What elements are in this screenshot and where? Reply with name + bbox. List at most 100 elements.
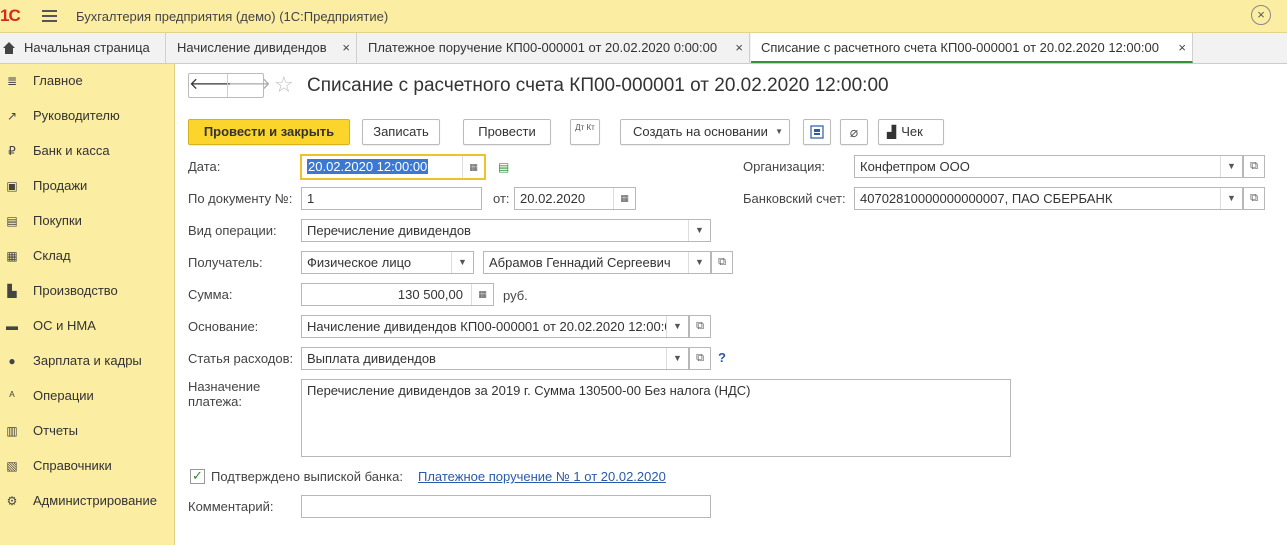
tab-writeoff[interactable]: Списание с расчетного счета КП00-000001 … [751,33,1193,63]
dropdown-arrow-icon[interactable]: ▼ [1220,188,1242,209]
tab-close-icon[interactable]: × [1178,33,1186,62]
factory-icon: ▙ [7,284,17,298]
basis-value: Начисление дивидендов КП00-000001 от 20.… [307,319,679,334]
payment-order-link[interactable]: Платежное поручение № 1 от 20.02.2020 [418,469,666,484]
tab-label: Списание с расчетного счета КП00-000001 … [761,40,1159,55]
sidebar-item-label: Банк и касса [33,143,110,158]
back-arrow-icon[interactable]: 🡐 [189,74,232,97]
sidebar-item-catalogs[interactable]: ▧ Справочники [0,451,175,481]
check-button[interactable]: ▟ Чек [878,119,944,145]
truck-icon: ▬ [6,319,18,333]
bank-account-select[interactable]: 40702810000000000007, ПАО СБЕРБАНК ▼ [854,187,1243,210]
open-bank-account-button[interactable]: ⧉ [1243,187,1265,210]
create-based-label: Создать на основании [633,124,768,139]
purpose-textarea[interactable]: Перечисление дивидендов за 2019 г. Сумма… [301,379,1011,457]
expense-select[interactable]: Выплата дивидендов ▼ [301,347,689,370]
attach-button[interactable]: ⌀ [840,119,868,145]
tab-home[interactable]: Начальная страница [0,33,166,63]
open-expense-button[interactable]: ⧉ [689,347,711,370]
tab-close-icon[interactable]: × [342,33,350,62]
star-icon[interactable]: ☆ [274,72,294,98]
basis-select[interactable]: Начисление дивидендов КП00-000001 от 20.… [301,315,689,338]
dropdown-arrow-icon[interactable]: ▼ [1220,156,1242,177]
from-date-field[interactable]: 20.02.2020 ▦ [514,187,636,210]
bank-account-value: 40702810000000000007, ПАО СБЕРБАНК [860,191,1113,206]
sidebar-item-warehouse[interactable]: ▦ Склад [0,241,175,271]
structure-button[interactable] [803,119,831,145]
comment-field[interactable] [301,495,711,518]
sidebar-item-label: Главное [33,73,83,88]
tab-label: Начисление дивидендов [177,40,327,55]
gear-icon: ⚙ [6,494,18,508]
open-basis-button[interactable]: ⧉ [689,315,711,338]
receipt-icon: ▟ [887,125,897,139]
open-icon: ⧉ [718,256,726,268]
list-icon: ≣ [6,74,18,88]
tab-label: Платежное поручение КП00-000001 от 20.02… [368,40,718,55]
from-label: от: [493,191,510,206]
forward-arrow-icon[interactable]: 🡒 [227,74,271,97]
tab-bar: Начальная страница Начисление дивидендов… [0,33,1287,64]
org-label: Организация: [743,159,826,174]
sidebar-item-manager[interactable]: ↗ Руководителю [0,101,175,131]
tab-dividends[interactable]: Начисление дивидендов × [167,33,357,63]
calendar-icon[interactable]: ▦ [613,188,635,209]
recipient-type-select[interactable]: Физическое лицо ▼ [301,251,474,274]
sidebar-item-reports[interactable]: ▥ Отчеты [0,416,175,446]
amount-field[interactable]: 130 500,00 ▦ [301,283,494,306]
sidebar-item-bank[interactable]: ₽ Банк и касса [0,136,175,166]
sidebar-item-sales[interactable]: ▣ Продажи [0,171,175,201]
sidebar-item-production[interactable]: ▙ Производство [0,276,175,306]
dropdown-arrow-icon[interactable]: ▼ [666,316,688,337]
tab-payment-order[interactable]: Платежное поручение КП00-000001 от 20.02… [358,33,750,63]
create-based-on-button[interactable]: Создать на основании ▼ [620,119,790,145]
post-and-close-button[interactable]: Провести и закрыть [188,119,350,145]
open-org-button[interactable]: ⧉ [1243,155,1265,178]
expense-label: Статья расходов: [188,351,294,366]
sidebar-item-admin[interactable]: ⚙ Администрирование [0,486,175,516]
sidebar-item-purchases[interactable]: ▤ Покупки [0,206,175,236]
sidebar-item-operations[interactable]: ᴬ Операции [0,381,175,411]
recipient-label: Получатель: [188,255,263,270]
page-title: Списание с расчетного счета КП00-000001 … [307,75,889,96]
home-icon [3,42,15,54]
save-button[interactable]: Записать [362,119,440,145]
open-icon: ⧉ [696,320,704,332]
books-icon: ▧ [6,459,18,473]
doc-number-field[interactable]: 1 [301,187,482,210]
close-icon[interactable]: × [1251,5,1271,25]
document-form: 🡐 🡒 ☆ Списание с расчетного счета КП00-0… [176,64,1287,545]
org-value: Конфетпром ООО [860,159,970,174]
dropdown-arrow-icon[interactable]: ▼ [688,252,710,273]
op-type-select[interactable]: Перечисление дивидендов ▼ [301,219,711,242]
date-field[interactable]: 20.02.2020 12:00:00 ▦ [300,154,486,180]
sidebar-item-salary[interactable]: ● Зарплата и кадры [0,346,175,376]
menu-icon[interactable] [42,10,57,22]
open-recipient-button[interactable]: ⧉ [711,251,733,274]
comment-label: Комментарий: [188,499,274,514]
calendar-icon[interactable]: ▦ [462,156,484,178]
dropdown-arrow-icon[interactable]: ▼ [451,252,473,273]
purpose-label: Назначение платежа: [188,379,261,409]
recipient-name-select[interactable]: Абрамов Геннадий Сергеевич ▼ [483,251,711,274]
dropdown-arrow-icon[interactable]: ▼ [688,220,710,241]
sidebar-item-main[interactable]: ≣ Главное [0,66,175,96]
open-icon: ⧉ [1250,192,1258,204]
note-icon[interactable]: ▤ [498,160,509,174]
calculator-icon[interactable]: ▦ [471,284,493,305]
org-select[interactable]: Конфетпром ООО ▼ [854,155,1243,178]
tab-close-icon[interactable]: × [735,33,743,62]
sidebar-item-label: Отчеты [33,423,78,438]
sidebar-item-label: Руководителю [33,108,120,123]
bar-chart-icon: ▥ [6,424,18,438]
dt-kt-button[interactable]: Дт Кт [570,119,600,145]
help-icon[interactable]: ? [718,350,726,365]
app-title: Бухгалтерия предприятия (демо) (1С:Предп… [76,9,389,24]
open-icon: ⧉ [696,352,704,364]
confirmed-checkbox[interactable]: ✓ [190,469,205,484]
sidebar-item-assets[interactable]: ▬ ОС и НМА [0,311,175,341]
cart-icon: ▤ [6,214,18,228]
sidebar-item-label: Администрирование [33,493,157,508]
post-button[interactable]: Провести [463,119,551,145]
dropdown-arrow-icon[interactable]: ▼ [666,348,688,369]
